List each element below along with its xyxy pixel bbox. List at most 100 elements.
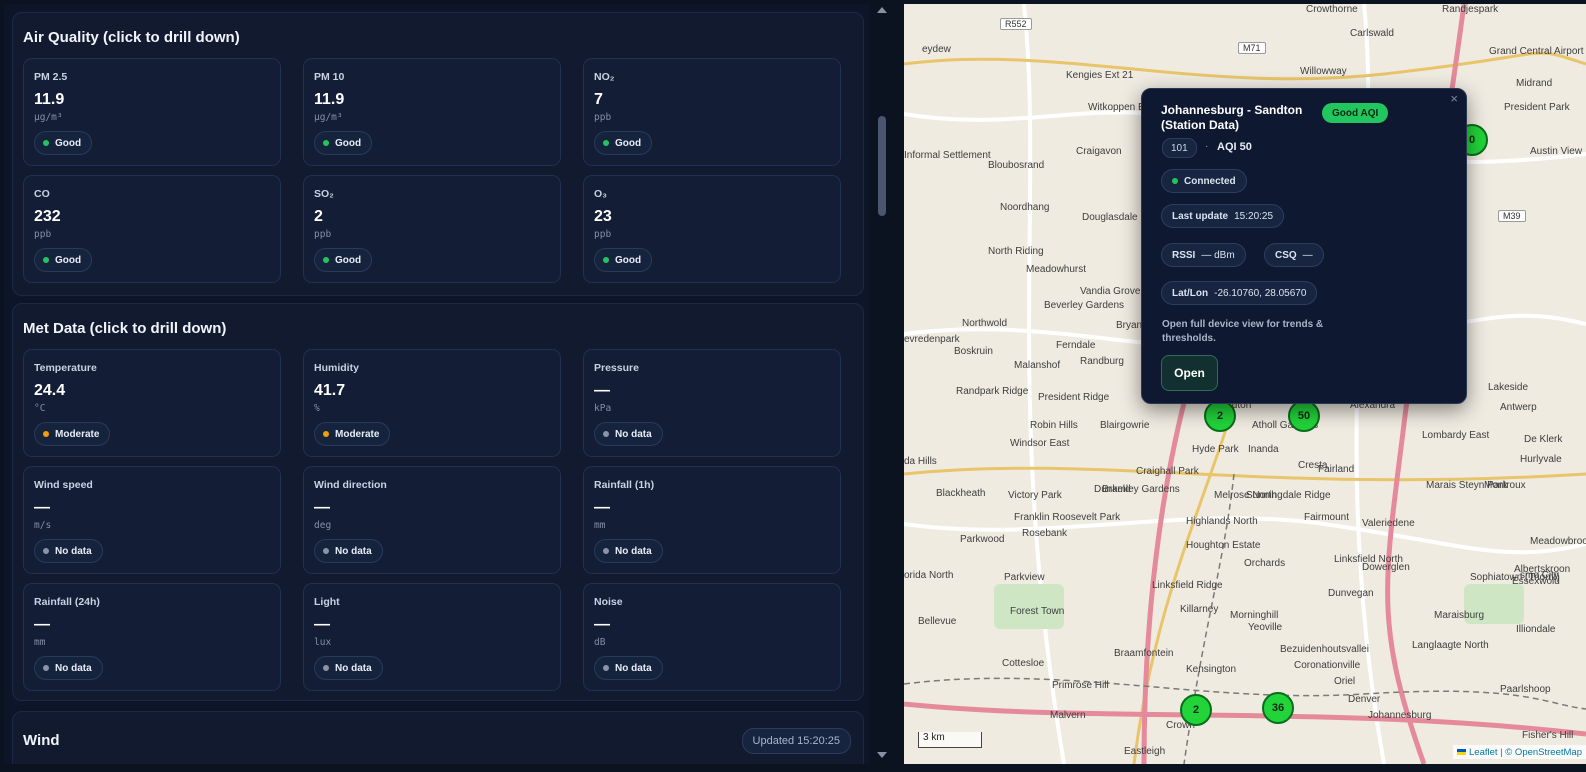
close-icon[interactable]: × <box>1450 91 1458 106</box>
met_data-card[interactable]: Temperature 24.4 °C Moderate <box>23 349 281 457</box>
metric-label: Temperature <box>34 362 97 374</box>
air_quality-card[interactable]: O₃ 23 ppb Good <box>583 175 841 283</box>
map-place-label: Crowthorne <box>1306 4 1358 15</box>
map-place-label: Dunkeld <box>1094 484 1131 495</box>
map-place-label: President Ridge <box>1038 392 1110 403</box>
air_quality-card[interactable]: PM 10 11.9 µg/m³ Good <box>303 58 561 166</box>
met_data-card[interactable]: Noise — dB No data <box>583 583 841 691</box>
map-place-label: Midrand <box>1516 78 1553 89</box>
met_data-card[interactable]: Light — lux No data <box>303 583 561 691</box>
road-shield: M39 <box>1498 210 1526 222</box>
map-attribution[interactable]: Leaflet | © OpenStreetMap <box>1453 745 1586 759</box>
station-cluster-marker[interactable]: 36 <box>1262 692 1294 724</box>
air_quality-card[interactable]: CO 232 ppb Good <box>23 175 281 283</box>
map-place-label: Killarney <box>1180 604 1219 615</box>
metric-unit: % <box>314 403 320 414</box>
scroll-up-icon[interactable] <box>877 7 887 13</box>
status-dot <box>603 431 609 437</box>
aqi-value: AQI 50 <box>1217 141 1252 153</box>
status-text: Moderate <box>335 428 380 440</box>
map-place-label: Craigavon <box>1076 146 1122 157</box>
road-shield: M71 <box>1238 42 1266 54</box>
status-badge: Moderate <box>314 422 391 446</box>
road-shield: R552 <box>1000 18 1032 30</box>
map-place-label: Randpark Ridge <box>956 386 1029 397</box>
rssi-pill: RSSI — dBm <box>1161 243 1246 267</box>
air_quality-card[interactable]: PM 2.5 11.9 µg/m³ Good <box>23 58 281 166</box>
status-text: Good <box>55 137 82 149</box>
metric-unit: mm <box>34 637 46 648</box>
connection-status: Connected <box>1184 175 1236 187</box>
status-badge: Moderate <box>34 422 111 446</box>
metric-label: CO <box>34 188 50 200</box>
metric-value: 41.7 <box>314 382 346 399</box>
met_data-card[interactable]: Humidity 41.7% Moderate <box>303 349 561 457</box>
map-place-label: Houghton Estate <box>1186 540 1261 551</box>
map-place-label: Sunningdale Ridge <box>1246 490 1331 501</box>
map-place-label: Linksfield Ridge <box>1152 580 1223 591</box>
status-badge: Good <box>314 131 373 155</box>
status-dot <box>43 140 49 146</box>
map-place-label: Vandia Grove <box>1080 286 1141 297</box>
station-cluster-marker[interactable]: 50 <box>1288 400 1320 432</box>
metric-unit: deg <box>314 520 332 531</box>
scrollbar-thumb[interactable] <box>878 116 886 216</box>
popup-hint: Open full device view for trends & thres… <box>1162 319 1324 344</box>
metric-label: O₃ <box>594 188 608 200</box>
metric-label: PM 2.5 <box>34 71 68 83</box>
status-text: No data <box>615 545 652 557</box>
map-place-label: Highlands North <box>1186 516 1258 527</box>
map-place-label: Grand Central Airport <box>1489 46 1584 57</box>
met_data-card[interactable]: Pressure — kPa No data <box>583 349 841 457</box>
aqi-badge: Good AQI <box>1322 103 1389 123</box>
map-place-label: Bezuidenhoutsvallei <box>1280 644 1369 655</box>
map-place-label: Lakeside <box>1488 382 1529 393</box>
leaflet-flag-icon <box>1457 749 1467 755</box>
station-cluster-marker[interactable]: 2 <box>1180 694 1212 726</box>
metric-unit: µg/m³ <box>34 112 63 123</box>
map-place-label: Kensington <box>1186 664 1237 675</box>
map-place-label: Orchards <box>1244 558 1286 569</box>
status-dot <box>323 257 329 263</box>
metric-value: — <box>594 616 610 633</box>
met_data-card[interactable]: Rainfall (1h) — mm No data <box>583 466 841 574</box>
air_quality-card[interactable]: NO₂ 7 ppb Good <box>583 58 841 166</box>
sensor-panel: Air Quality (click to drill down) PM 2.5… <box>4 4 870 764</box>
met_data-card[interactable]: Wind direction — deg No data <box>303 466 561 574</box>
open-device-button[interactable]: Open <box>1161 355 1218 391</box>
met_data-card[interactable]: Wind speed — m/s No data <box>23 466 281 574</box>
attribution-text: Leaflet | © OpenStreetMap <box>1469 746 1582 758</box>
map-place-label: evredenpark <box>904 334 960 345</box>
last-update-pill: Last update 15:20:25 <box>1161 204 1285 228</box>
status-badge: Good <box>314 248 373 272</box>
met_data-card[interactable]: Rainfall (24h) — mm No data <box>23 583 281 691</box>
map-place-label: Dowerglen <box>1362 562 1410 573</box>
status-text: Good <box>55 254 82 266</box>
map-place-label: Fairmount <box>1304 512 1350 523</box>
metric-value: — <box>314 499 330 516</box>
panel-scrollbar[interactable] <box>873 4 891 764</box>
map-place-label: Fisher's Hill <box>1522 730 1574 741</box>
air-quality-section: Air Quality (click to drill down) PM 2.5… <box>12 12 864 296</box>
map-place-label: Kengies Ext 21 <box>1066 70 1134 81</box>
metric-value: — <box>34 499 50 516</box>
map-place-label: North Riding <box>988 246 1044 257</box>
wind-section: Wind Updated 15:20:25 <box>12 711 864 764</box>
status-badge: No data <box>594 422 663 446</box>
map-place-label: Blackheath <box>936 488 986 499</box>
air_quality-card[interactable]: SO₂ 2 ppb Good <box>303 175 561 283</box>
map-place-label: Randburg <box>1080 356 1124 367</box>
status-text: No data <box>615 662 652 674</box>
map-place-label: Primrose Hill <box>1052 680 1109 691</box>
map-place-label: President Park <box>1504 102 1570 113</box>
map-place-label: Eastleigh <box>1124 746 1166 757</box>
station-cluster-marker[interactable]: 2 <box>1204 400 1236 432</box>
status-dot <box>1172 178 1178 184</box>
metric-label: Wind speed <box>34 479 93 491</box>
csq-label: CSQ <box>1275 249 1297 261</box>
status-dot <box>323 140 329 146</box>
status-badge: Good <box>34 131 93 155</box>
scroll-down-icon[interactable] <box>877 752 887 758</box>
metric-label: NO₂ <box>594 71 615 83</box>
metric-value: — <box>594 499 610 516</box>
